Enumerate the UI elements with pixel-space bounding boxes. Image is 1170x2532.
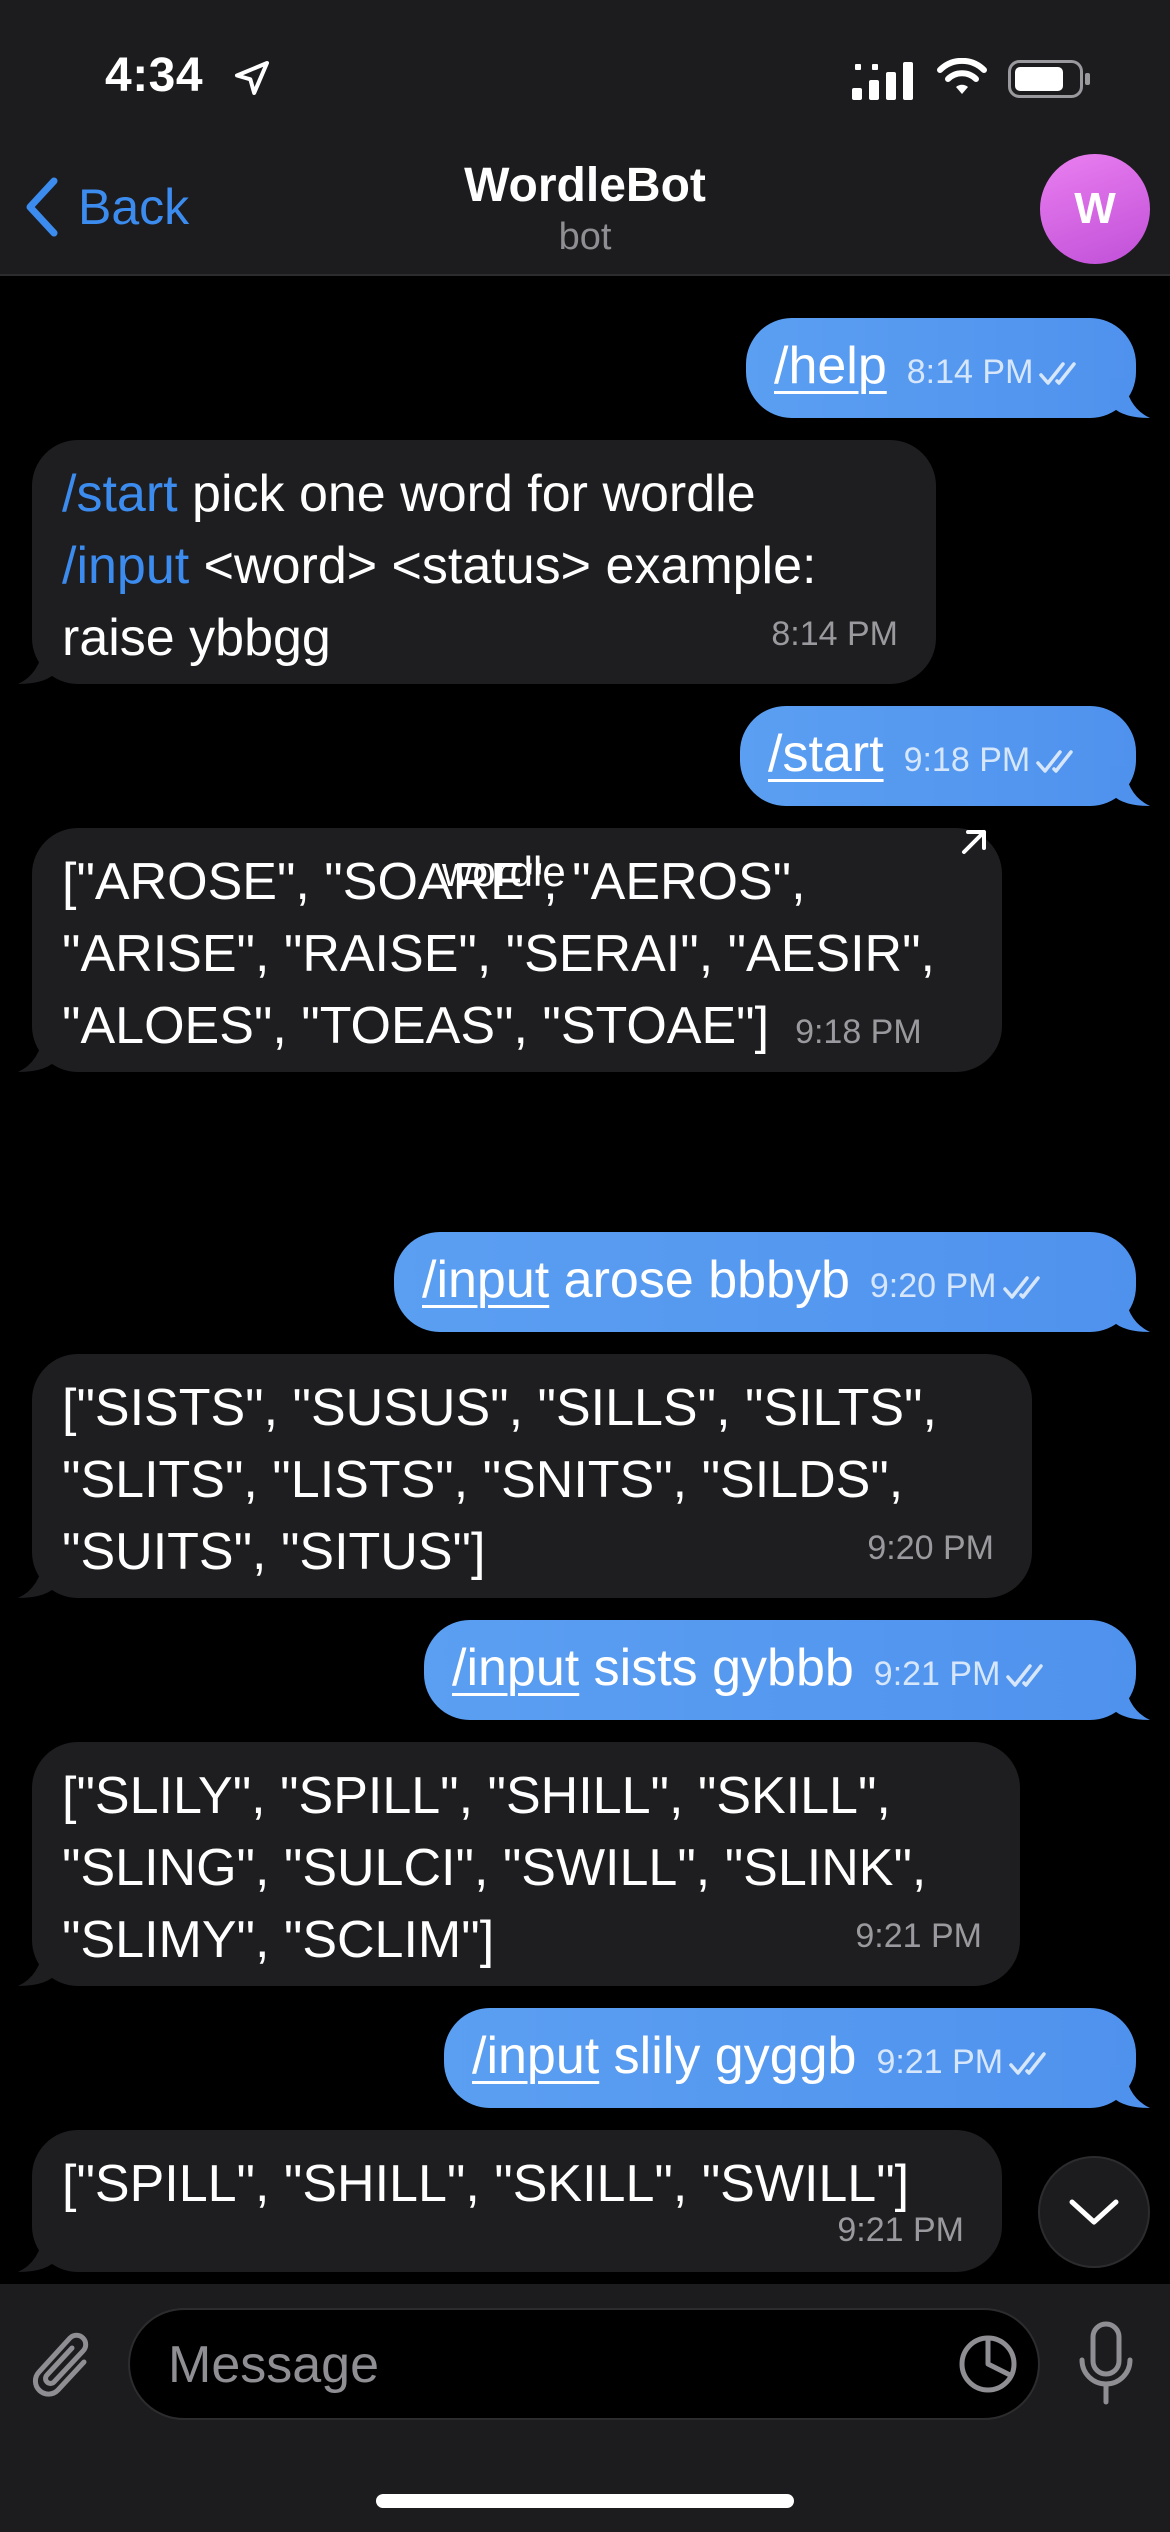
message-time: 9:18 PM (795, 1013, 922, 1051)
command-link[interactable]: /input (62, 537, 189, 595)
wifi-icon (937, 58, 987, 94)
sticker-icon[interactable] (956, 2332, 1020, 2396)
outgoing-message[interactable]: /input arose bbbyb 9:20 PM (394, 1232, 1150, 1332)
message-time: 9:18 PM (904, 741, 1085, 779)
bubble-tail (1110, 1680, 1150, 1720)
bubble-tail (18, 2232, 58, 2272)
microphone-icon[interactable] (1076, 2320, 1136, 2408)
message-line: /input <word> <status> example: (62, 537, 817, 595)
incoming-message[interactable]: ["SLILY", "SPILL", "SHILL", "SKILL", "SL… (18, 1742, 1020, 1986)
bubble-tail (1110, 2068, 1150, 2108)
message-line: "SLIMY", "SCLIM"] (62, 1911, 495, 1969)
bubble-tail (18, 644, 58, 684)
chat-subtitle: bot (558, 216, 612, 258)
message-field[interactable] (128, 2308, 1040, 2420)
message-time: 8:14 PM (907, 353, 1088, 391)
bubble-tail (18, 1946, 58, 1986)
signal-icon (852, 62, 913, 100)
arrow-up-right-icon[interactable] (958, 826, 990, 858)
chat-title[interactable]: WordleBot (0, 158, 1170, 213)
incoming-message[interactable]: ["SPILL", "SHILL", "SKILL", "SWILL"] 9:2… (18, 2130, 1002, 2272)
message-input[interactable] (166, 2328, 950, 2402)
message-line: ["SPILL", "SHILL", "SKILL", "SWILL"] (62, 2155, 910, 2213)
message-line: "ARISE", "RAISE", "SERAI", "AESIR", (62, 925, 936, 983)
paperclip-icon[interactable] (28, 2326, 98, 2406)
double-check-icon (1036, 750, 1073, 773)
avatar[interactable]: W (1040, 154, 1150, 264)
outgoing-message[interactable]: /input slily gyggb 9:21 PM (444, 2008, 1150, 2108)
double-check-icon (1002, 1276, 1040, 1299)
command-link[interactable]: /input (452, 1639, 579, 1697)
message-line: "SUITS", "SITUS"] (62, 1523, 486, 1581)
message-line: "SLING", "SULCI", "SWILL", "SLINK", (62, 1839, 927, 1897)
status-bar: 4:34 (0, 0, 1170, 150)
message-time: 9:21 PM (837, 2211, 964, 2249)
bubble-tail (1110, 378, 1150, 418)
command-link[interactable]: /start (62, 465, 178, 523)
inline-query-label[interactable]: wordle (442, 848, 566, 896)
double-check-icon (1009, 2052, 1046, 2075)
message-time: 9:20 PM (870, 1267, 1051, 1305)
outgoing-message[interactable]: /start 9:18 PM (740, 706, 1150, 806)
message-time: 9:21 PM (855, 1917, 982, 1955)
double-check-icon (1039, 362, 1077, 385)
message-time: 9:21 PM (874, 1655, 1055, 1693)
incoming-message[interactable]: /start pick one word for wordle /input <… (18, 440, 936, 684)
bubble-tail (18, 1032, 58, 1072)
message-line: "SLITS", "LISTS", "SNITS", "SILDS", (62, 1451, 904, 1509)
incoming-message[interactable]: ["SISTS", "SUSUS", "SILLS", "SILTS", "SL… (18, 1354, 1032, 1598)
outgoing-message[interactable]: /help 8:14 PM (746, 318, 1150, 418)
command-link[interactable]: /help (774, 337, 887, 395)
message-time: 8:14 PM (771, 615, 898, 653)
message-line: /start pick one word for wordle (62, 465, 756, 523)
command-link[interactable]: /input (422, 1251, 549, 1309)
bubble-tail (1110, 1292, 1150, 1332)
battery-icon (1008, 60, 1090, 98)
bubble-tail (18, 1558, 58, 1598)
double-check-icon (1006, 1664, 1044, 1687)
chat-header: Back WordleBot bot W (0, 150, 1170, 276)
home-indicator (376, 2494, 794, 2508)
bubble-tail (1110, 766, 1150, 806)
message-time: 9:21 PM (876, 2043, 1057, 2081)
message-line: ["SISTS", "SUSUS", "SILLS", "SILTS", (62, 1379, 937, 1437)
message-time: 9:20 PM (867, 1529, 994, 1567)
avatar-letter: W (1074, 184, 1116, 233)
scroll-to-bottom-button[interactable] (1038, 2156, 1150, 2268)
command-link[interactable]: /input (472, 2027, 599, 2085)
outgoing-message[interactable]: /input sists gybbb 9:21 PM (424, 1620, 1150, 1720)
chevron-down-icon (1069, 2199, 1119, 2225)
location-arrow-icon (235, 61, 269, 95)
command-link[interactable]: /start (768, 725, 884, 783)
status-time: 4:34 (105, 49, 204, 102)
message-line: ["SLILY", "SPILL", "SHILL", "SKILL", (62, 1767, 891, 1825)
message-line: "ALOES", "TOEAS", "STOAE"] 9:18 PM (62, 997, 922, 1055)
